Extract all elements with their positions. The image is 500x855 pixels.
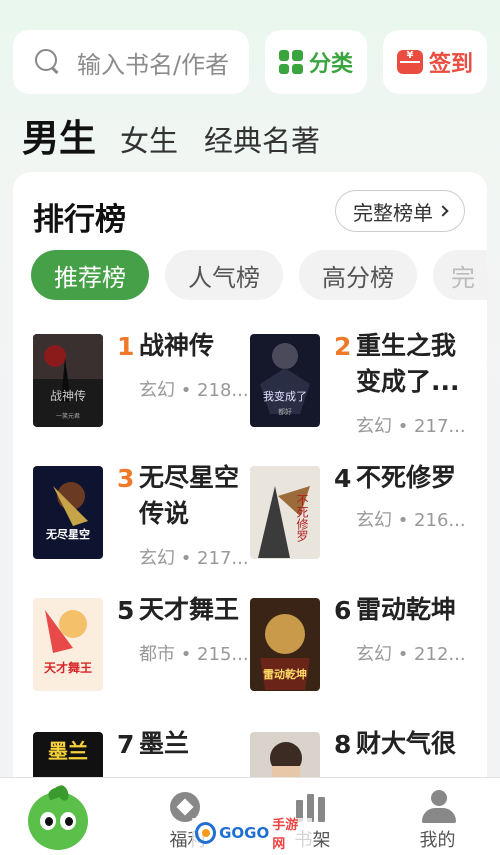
book-cover: 雷动乾坤 [250, 598, 320, 691]
chevron-right-icon [437, 205, 449, 217]
book-rank: 3 [117, 464, 135, 493]
book-title: 雷动乾坤 [356, 595, 457, 624]
book-meta: 都市 • 215... [139, 644, 249, 665]
book-meta: 玄幻 • 217... [139, 548, 249, 569]
book-rank: 1 [117, 332, 135, 361]
book-rank: 6 [334, 596, 352, 625]
rankings-card: 排行榜 完整榜单 推荐榜 人气榜 高分榜 完 战神传一笑元君 1 战神传 玄幻 … [13, 172, 487, 792]
nav-profile[interactable]: 我的 [375, 778, 500, 855]
mascot-icon [28, 783, 88, 850]
book-title: 墨兰 [139, 729, 190, 758]
profile-icon [422, 790, 456, 824]
cover-title: 雷动乾坤 [263, 667, 307, 681]
book-title: 战神传 [139, 331, 215, 360]
tab-classics[interactable]: 经典名著 [204, 118, 320, 160]
book-title: 不死修罗 [356, 463, 457, 492]
tab-recommended[interactable]: 推荐榜 [31, 250, 149, 300]
cover-author: 都好 [278, 407, 292, 416]
book-cover: 天才舞王 [33, 598, 103, 691]
watermark-text: GOGO [219, 824, 270, 842]
category-button[interactable]: 分类 [265, 30, 367, 94]
book-rank: 7 [117, 730, 135, 759]
book-item-2[interactable]: 我变成了都好 2 重生之我变成了... 玄幻 • 217... [250, 331, 466, 444]
book-title: 无尽星空传说 [139, 463, 240, 528]
book-meta: 玄幻 • 216... [356, 510, 466, 531]
book-cover: 无尽星空 [33, 466, 103, 559]
watermark-text-cn: 手游网 [272, 818, 299, 852]
book-title: 财大气很 [356, 729, 457, 758]
watermark-logo: GOGO 手游网 [192, 818, 312, 852]
tab-female[interactable]: 女生 [120, 118, 178, 160]
full-list-label: 完整榜单 [353, 200, 433, 225]
tab-popular[interactable]: 人气榜 [165, 250, 283, 300]
book-item-5[interactable]: 天才舞王 5 天才舞王 都市 • 215... [33, 595, 249, 708]
cover-title: 天才舞王 [44, 660, 92, 675]
cover-title: 我变成了 [263, 389, 307, 403]
cover-title: 不死修罗 [295, 494, 309, 542]
category-label: 分类 [308, 52, 353, 77]
cover-title: 墨兰 [48, 739, 88, 763]
tab-high-score[interactable]: 高分榜 [299, 250, 417, 300]
book-item-1[interactable]: 战神传一笑元君 1 战神传 玄幻 • 218... [33, 331, 249, 444]
book-rank: 4 [334, 464, 352, 493]
book-title: 重生之我变成了... [356, 331, 460, 396]
book-meta: 玄幻 • 218... [139, 380, 249, 401]
book-rank: 8 [334, 730, 352, 759]
top-bar: 输入书名/作者 分类 ¥ 签到 [13, 30, 487, 94]
ranking-tabs: 推荐榜 人气榜 高分榜 完 [31, 250, 487, 302]
search-icon [35, 49, 61, 75]
signin-icon: ¥ [396, 50, 423, 74]
cover-title: 无尽星空 [45, 527, 90, 541]
book-rank: 5 [117, 596, 135, 625]
book-item-4[interactable]: 不死修罗 4 不死修罗 玄幻 • 216... [250, 463, 466, 576]
category-tabs: 男生 女生 经典名著 [22, 108, 346, 162]
tab-complete[interactable]: 完 [433, 250, 487, 300]
nav-profile-label: 我的 [419, 830, 456, 851]
tab-male[interactable]: 男生 [22, 108, 96, 162]
cover-title: 战神传 [50, 388, 86, 403]
book-rank: 2 [334, 332, 352, 361]
watermark-icon [195, 822, 217, 844]
cover-author: 一笑元君 [56, 412, 80, 420]
book-meta: 玄幻 • 217... [356, 416, 466, 437]
search-input[interactable]: 输入书名/作者 [13, 30, 249, 94]
grid-icon [278, 50, 303, 74]
book-cover: 不死修罗 [250, 466, 320, 559]
full-list-button[interactable]: 完整榜单 [335, 190, 465, 232]
search-placeholder: 输入书名/作者 [77, 50, 230, 79]
book-meta: 玄幻 • 212... [356, 644, 466, 665]
book-cover: 战神传 一笑元君 [33, 334, 103, 427]
signin-label: 签到 [428, 52, 473, 77]
book-title: 天才舞王 [139, 595, 240, 624]
book-item-6[interactable]: 雷动乾坤 6 雷动乾坤 玄幻 • 212... [250, 595, 466, 708]
signin-button[interactable]: ¥ 签到 [383, 30, 487, 94]
nav-home[interactable] [0, 778, 125, 855]
book-cover: 我变成了 都好 [250, 334, 320, 427]
rankings-title: 排行榜 [33, 202, 126, 238]
book-item-3[interactable]: 无尽星空 3 无尽星空传说 玄幻 • 217... [33, 463, 249, 576]
